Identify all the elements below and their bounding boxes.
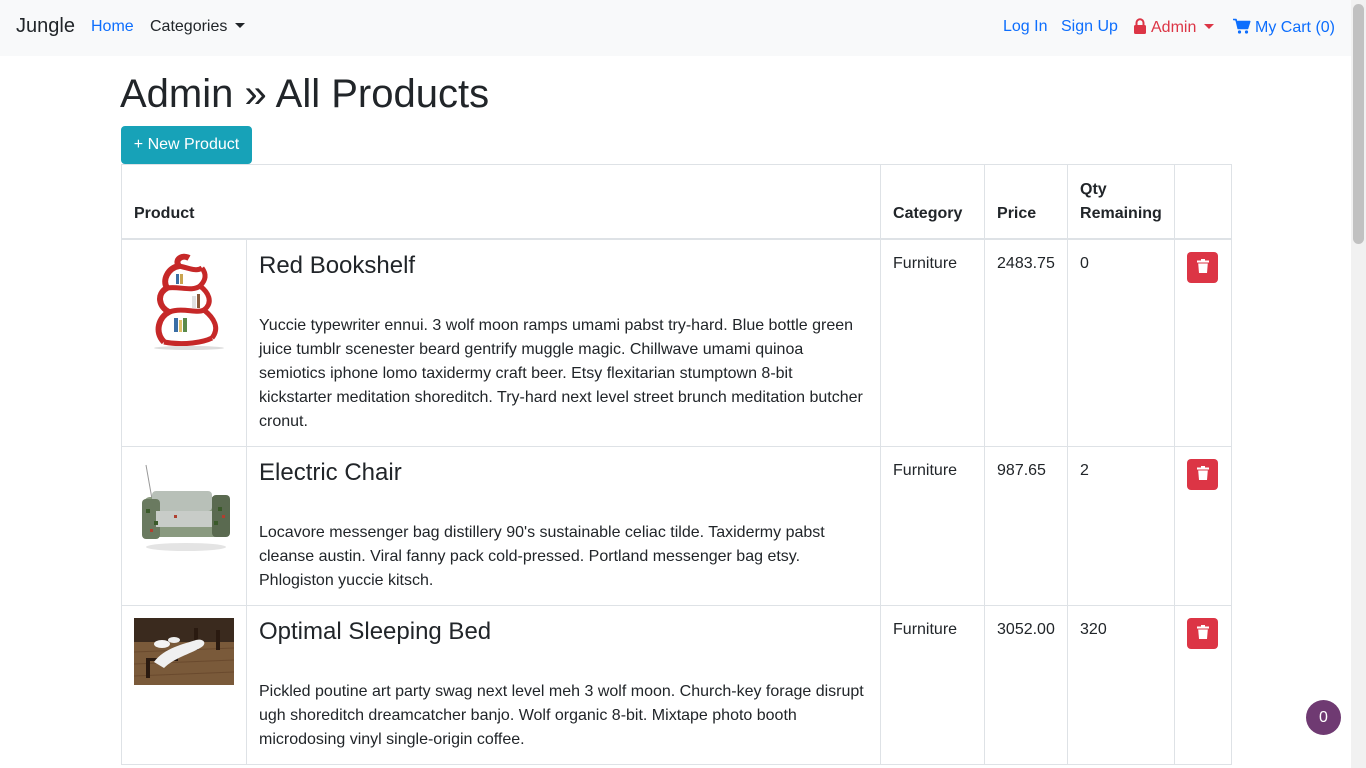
trash-icon <box>1196 465 1209 483</box>
product-actions-cell <box>1174 445 1233 606</box>
caret-down-icon <box>1204 24 1215 29</box>
product-qty: 320 <box>1067 604 1176 765</box>
header-qty: Qty Remaining <box>1067 164 1176 240</box>
header-price: Price <box>984 164 1069 240</box>
product-name: Optimal Sleeping Bed <box>259 617 492 645</box>
product-info-cell: Electric Chair Locavore messenger bag di… <box>245 445 882 606</box>
scrollbar-thumb[interactable] <box>1353 4 1364 244</box>
product-name: Red Bookshelf <box>259 251 416 279</box>
caret-down-icon <box>235 23 246 28</box>
product-image-electric-chair <box>134 458 234 559</box>
header-category: Category <box>880 164 986 240</box>
product-price: 3052.00 <box>984 604 1069 765</box>
table-row: Red Bookshelf Yuccie typewriter ennui. 3… <box>121 238 1233 447</box>
nav-admin-label: Admin <box>1151 19 1197 36</box>
page-scrollbar[interactable] <box>1351 0 1366 768</box>
product-image-cell <box>121 445 247 606</box>
product-category: Furniture <box>880 604 986 765</box>
product-image-red-bookshelf <box>134 251 234 352</box>
navbar: Jungle Home Categories Log In Sign Up Ad… <box>0 0 1351 56</box>
delete-button[interactable] <box>1187 251 1219 283</box>
nav-admin-dropdown[interactable]: Admin <box>1133 18 1215 39</box>
nav-login-link[interactable]: Log In <box>1003 18 1047 36</box>
table-row: Electric Chair Locavore messenger bag di… <box>121 445 1233 606</box>
nav-categories-dropdown[interactable]: Categories <box>150 18 246 36</box>
product-image-cell <box>121 238 247 447</box>
products-table: Product Category Price Qty Remaining Red… <box>120 164 1233 765</box>
header-actions <box>1174 164 1233 240</box>
product-info-cell: Red Bookshelf Yuccie typewriter ennui. 3… <box>245 238 882 447</box>
nav-signup-link[interactable]: Sign Up <box>1061 18 1118 36</box>
header-qty-line2: Remaining <box>1080 204 1162 222</box>
brand-link[interactable]: Jungle <box>16 15 75 38</box>
product-price: 2483.75 <box>984 238 1069 447</box>
page-title: Admin » All Products <box>120 72 490 116</box>
delete-button[interactable] <box>1187 617 1219 649</box>
trash-icon <box>1196 258 1209 276</box>
product-description: Pickled poutine art party swag next leve… <box>259 682 864 748</box>
product-description: Yuccie typewriter ennui. 3 wolf moon ram… <box>259 316 863 430</box>
header-product: Product <box>120 164 882 240</box>
cart-icon <box>1233 18 1251 39</box>
products-table-wrapper: Product Category Price Qty Remaining Red… <box>120 164 1233 765</box>
header-qty-line1: Qty <box>1080 180 1107 198</box>
product-qty: 0 <box>1067 238 1176 447</box>
product-image-optimal-sleeping-bed <box>134 617 234 685</box>
table-header-row: Product Category Price Qty Remaining <box>120 164 1233 240</box>
table-row: Optimal Sleeping Bed Pickled poutine art… <box>121 604 1233 765</box>
nav-categories-label: Categories <box>150 18 228 35</box>
product-category: Furniture <box>880 445 986 606</box>
lock-icon <box>1133 18 1147 39</box>
delete-button[interactable] <box>1187 458 1219 490</box>
nav-cart-link[interactable]: My Cart (0) <box>1233 18 1335 39</box>
new-product-button[interactable]: + New Product <box>121 126 252 164</box>
product-price: 987.65 <box>984 445 1069 606</box>
product-info-cell: Optimal Sleeping Bed Pickled poutine art… <box>245 604 882 765</box>
product-qty: 2 <box>1067 445 1176 606</box>
trash-icon <box>1196 624 1209 642</box>
product-category: Furniture <box>880 238 986 447</box>
product-actions-cell <box>1174 238 1233 447</box>
nav-cart-label: My Cart (0) <box>1255 19 1335 36</box>
product-name: Electric Chair <box>259 458 402 486</box>
nav-home-link[interactable]: Home <box>91 18 134 36</box>
product-actions-cell <box>1174 604 1233 765</box>
product-description: Locavore messenger bag distillery 90's s… <box>259 523 825 589</box>
cart-count-bubble[interactable]: 0 <box>1306 700 1341 735</box>
product-image-cell <box>121 604 247 765</box>
